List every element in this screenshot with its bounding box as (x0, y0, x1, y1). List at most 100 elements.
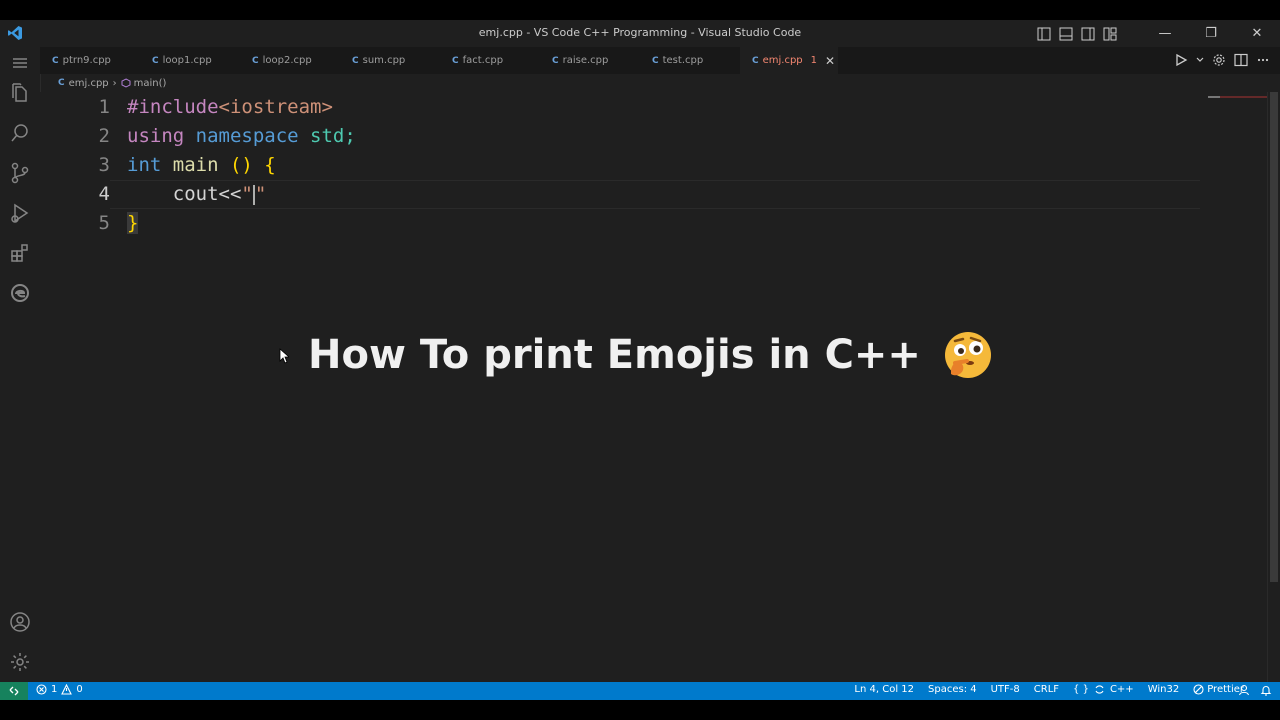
line-number-current: 4 (98, 183, 110, 205)
breadcrumb-chevron-icon: › (112, 77, 117, 89)
cpp-file-icon: C (58, 78, 65, 88)
code-line-2: using namespace std; (127, 122, 356, 151)
tab-label: sum.cpp (362, 55, 406, 66)
letterbox-top (0, 0, 1280, 20)
parentheses: () (229, 154, 253, 176)
error-count: 1 (51, 684, 58, 695)
close-tab-icon[interactable]: ✕ (825, 54, 835, 68)
code-editor[interactable]: 1 2 3 4 5 #include<iostream> using names… (40, 92, 1268, 682)
activity-bar (0, 47, 41, 682)
minimap-line-marker (1208, 96, 1268, 98)
function-symbol-icon (121, 78, 131, 88)
tab-ptrn9[interactable]: Cptrn9.cpp (40, 47, 140, 74)
mouse-pointer-icon (279, 348, 289, 364)
restore-button[interactable]: ❐ (1188, 20, 1234, 47)
status-bar-right: Ln 4, Col 12 Spaces: 4 UTF-8 CRLF { } C+… (854, 684, 1244, 695)
toggle-primary-sidebar-icon[interactable] (1037, 26, 1051, 41)
feedback-icon[interactable] (1238, 684, 1250, 696)
search-icon[interactable] (8, 121, 32, 145)
cpp-file-icon: C (752, 55, 759, 66)
problems-indicator[interactable]: 1 0 (36, 684, 83, 695)
notifications-bell-icon[interactable] (1260, 684, 1272, 696)
indentation[interactable]: Spaces: 4 (928, 684, 977, 695)
video-caption-overlay: How To print Emojis in C++ (308, 330, 993, 380)
encoding[interactable]: UTF-8 (991, 684, 1020, 695)
keyword-namespace: namespace (195, 125, 299, 147)
letterbox-bottom (0, 700, 1280, 720)
tab-label: fact.cpp (462, 55, 504, 66)
tab-loop2[interactable]: Cloop2.cpp (240, 47, 340, 74)
scrollbar-thumb[interactable] (1270, 92, 1278, 582)
source-control-icon[interactable] (8, 161, 32, 185)
cpp-file-icon: C (252, 55, 259, 66)
line-number: 2 (98, 125, 110, 147)
namespace-std: std; (298, 125, 356, 147)
tab-emj-active[interactable]: Cemj.cpp 1 ✕ (740, 47, 838, 74)
tab-loop1[interactable]: Cloop1.cpp (140, 47, 240, 74)
settings-gear-small-icon[interactable] (1212, 53, 1226, 67)
title-bar: emj.cpp - VS Code C++ Programming - Visu… (0, 20, 1280, 47)
line-number: 5 (98, 212, 110, 234)
breadcrumb-symbol[interactable]: main() (134, 78, 167, 89)
vscode-window: emj.cpp - VS Code C++ Programming - Visu… (0, 0, 1280, 720)
vertical-scrollbar[interactable] (1267, 92, 1280, 682)
tab-raise[interactable]: Craise.cpp (540, 47, 640, 74)
edge-browser-icon[interactable] (8, 281, 32, 305)
tab-label: ptrn9.cpp (62, 55, 111, 66)
open-brace: { (252, 154, 276, 176)
remote-indicator[interactable] (0, 682, 28, 700)
cursor-position[interactable]: Ln 4, Col 12 (854, 684, 914, 695)
sync-icon (1095, 685, 1104, 694)
minimize-button[interactable]: — (1142, 20, 1188, 47)
keyword-using: using (127, 125, 185, 147)
chevron-down-icon[interactable] (1196, 53, 1204, 67)
customize-layout-icon[interactable] (1103, 26, 1117, 41)
tab-sum[interactable]: Csum.cpp (340, 47, 440, 74)
tab-test[interactable]: Ctest.cpp (640, 47, 740, 74)
tab-label: emj.cpp (762, 55, 803, 66)
editor-actions (1174, 53, 1270, 67)
toggle-secondary-sidebar-icon[interactable] (1081, 26, 1095, 41)
string-quote-close: " (254, 183, 267, 205)
breadcrumb-file[interactable]: emj.cpp (69, 78, 109, 89)
end-of-line[interactable]: CRLF (1034, 684, 1059, 695)
accounts-icon[interactable] (8, 610, 32, 634)
code-line-4: cout<<" " (127, 180, 267, 209)
extensions-icon[interactable] (8, 241, 32, 265)
tab-fact[interactable]: Cfact.cpp (440, 47, 540, 74)
function-main: main (161, 154, 230, 176)
prettier[interactable]: Prettier (1193, 684, 1244, 695)
language-braces-icon: { } (1073, 684, 1089, 695)
editor-tab-bar: Cptrn9.cpp Cloop1.cpp Cloop2.cpp Csum.cp… (40, 47, 1280, 74)
more-actions-icon[interactable] (1256, 53, 1270, 67)
warning-icon (61, 684, 73, 695)
settings-gear-icon[interactable] (8, 650, 32, 674)
run-code-icon[interactable] (1174, 53, 1188, 67)
include-header: <iostream> (218, 96, 333, 118)
split-editor-icon[interactable] (1234, 53, 1248, 67)
menu-icon[interactable] (8, 51, 32, 75)
close-window-button[interactable]: ✕ (1234, 20, 1280, 47)
tab-label: test.cpp (662, 55, 704, 66)
code-line-3: int main () { (127, 151, 276, 180)
run-debug-icon[interactable] (8, 201, 32, 225)
toggle-panel-icon[interactable] (1059, 26, 1073, 41)
cpp-file-icon: C (52, 55, 59, 66)
tab-label: raise.cpp (562, 55, 609, 66)
platform[interactable]: Win32 (1148, 684, 1180, 695)
line-number: 3 (98, 154, 110, 176)
caption-text: How To print Emojis in C++ (308, 332, 921, 378)
status-bar: 1 0 Ln 4, Col 12 Spaces: 4 UTF-8 CRLF { … (0, 682, 1280, 700)
cpp-file-icon: C (652, 55, 659, 66)
explorer-icon[interactable] (8, 81, 32, 105)
warning-count: 0 (76, 684, 83, 695)
code-line-5: } (127, 209, 139, 238)
language-mode[interactable]: { } C++ (1073, 684, 1134, 695)
prettier-icon (1193, 684, 1204, 695)
current-line-highlight (110, 180, 1200, 209)
thinking-face-emoji-icon (944, 332, 991, 378)
cpp-file-icon: C (452, 55, 459, 66)
tab-label: loop1.cpp (162, 55, 212, 66)
status-bar-end (1238, 684, 1272, 696)
